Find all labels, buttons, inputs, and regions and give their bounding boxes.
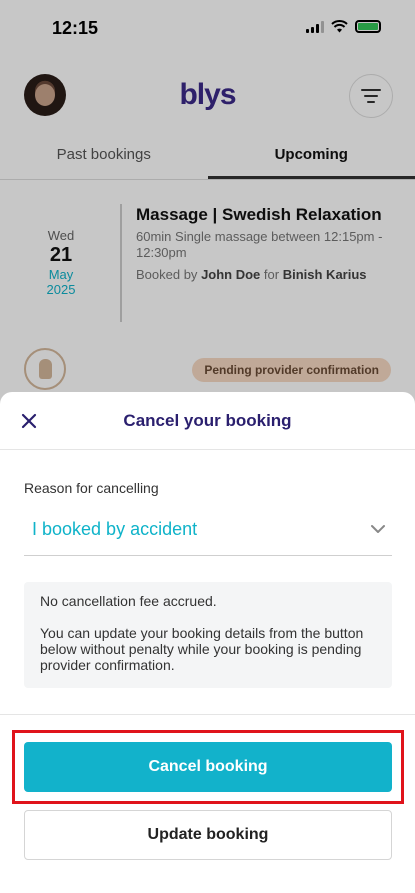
- update-booking-button[interactable]: Update booking: [24, 810, 392, 860]
- cancel-booking-button[interactable]: Cancel booking: [24, 742, 392, 792]
- cancellation-fee-text: No cancellation fee accrued.: [40, 593, 217, 609]
- update-info-text: You can update your booking details from…: [40, 625, 364, 673]
- reason-label: Reason for cancelling: [24, 480, 159, 496]
- cancellation-info: No cancellation fee accrued. You can upd…: [24, 582, 392, 688]
- reason-select[interactable]: I booked by accident: [24, 507, 392, 556]
- cancel-booking-sheet: Cancel your booking Reason for cancellin…: [0, 392, 415, 893]
- chevron-down-icon: [371, 525, 385, 533]
- sheet-title: Cancel your booking: [123, 411, 292, 430]
- sheet-divider: [0, 714, 415, 715]
- reason-selected-value: I booked by accident: [32, 519, 198, 539]
- sheet-header: Cancel your booking: [0, 392, 415, 450]
